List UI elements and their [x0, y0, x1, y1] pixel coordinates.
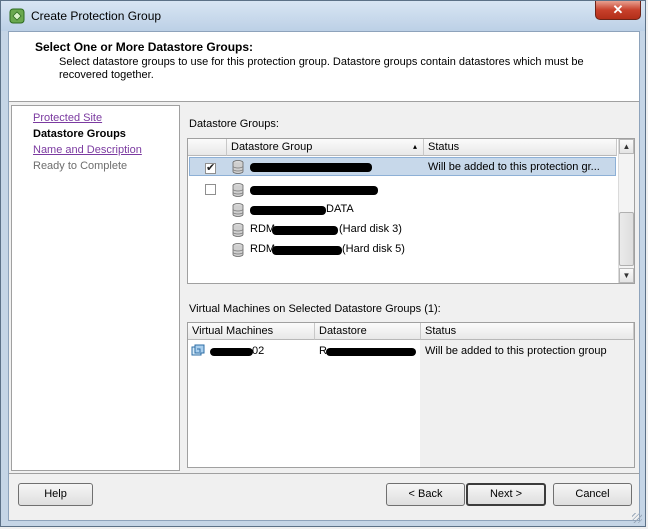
column-header-label: Datastore: [319, 325, 367, 337]
virtual-machines-table[interactable]: Virtual Machines Datastore Status 02 R W…: [187, 322, 635, 468]
column-header-status[interactable]: Status: [424, 139, 617, 156]
vm-status: Will be added to this protection group: [425, 345, 607, 357]
page-description: Select datastore groups to use for this …: [59, 56, 584, 81]
redacted-text: [272, 246, 342, 255]
row-checkbox-checked[interactable]: ✔: [205, 162, 216, 174]
vm-name-suffix: 02: [252, 345, 265, 357]
scroll-up-icon[interactable]: ▲: [619, 139, 634, 154]
column-header-label: Status: [425, 325, 457, 337]
column-header-virtual-machines[interactable]: Virtual Machines: [188, 323, 315, 340]
redacted-text: [250, 186, 378, 195]
next-button[interactable]: Next >: [466, 483, 546, 506]
resize-grip[interactable]: [632, 513, 642, 523]
redacted-text: [250, 206, 326, 215]
database-icon: [232, 203, 244, 217]
vm-status-area: [420, 340, 634, 467]
sort-icon: ▴: [412, 142, 417, 151]
datastore-groups-table[interactable]: Datastore Group ▴ Status ✔ Will be added…: [187, 138, 635, 284]
scroll-down-icon[interactable]: ▼: [619, 268, 634, 283]
datastore-name-suffix: (Hard disk 3): [339, 223, 402, 235]
vm-list-area: [188, 340, 420, 467]
column-header-label: Status: [428, 141, 460, 153]
redacted-text: [250, 163, 372, 172]
page-title: Select One or More Datastore Groups:: [35, 40, 254, 54]
back-button[interactable]: < Back: [386, 483, 465, 506]
column-header-label: Datastore Group: [231, 141, 313, 153]
step-datastore-groups: Datastore Groups: [33, 128, 126, 140]
database-icon: [232, 160, 244, 174]
close-button[interactable]: ✕: [595, 1, 641, 20]
dialog-client: Select One or More Datastore Groups: Sel…: [8, 31, 640, 521]
database-icon: [232, 243, 244, 257]
row-status: Will be added to this protection gr...: [428, 161, 600, 173]
row-checkbox-unchecked[interactable]: [205, 184, 216, 195]
close-icon: ✕: [612, 2, 624, 17]
database-icon: [232, 183, 244, 197]
virtual-machine-icon: [191, 344, 205, 356]
help-button[interactable]: Help: [18, 483, 93, 506]
cancel-button[interactable]: Cancel: [553, 483, 632, 506]
scroll-thumb[interactable]: [619, 212, 634, 266]
database-icon: [232, 223, 244, 237]
column-header-label: Virtual Machines: [192, 325, 274, 337]
step-ready-to-complete: Ready to Complete: [33, 160, 128, 172]
window-title: Create Protection Group: [31, 9, 162, 23]
vertical-scrollbar[interactable]: ▲ ▼: [618, 139, 634, 283]
checkmark-icon: ✔: [206, 162, 216, 174]
column-header-status[interactable]: Status: [421, 323, 634, 340]
redacted-text: [210, 348, 253, 356]
column-header-datastore-group[interactable]: Datastore Group ▴: [227, 139, 424, 156]
redacted-text: [326, 348, 416, 356]
footer-divider: [9, 473, 639, 474]
wizard-steps: Protected Site Datastore Groups Name and…: [11, 105, 180, 471]
column-header-datastore[interactable]: Datastore: [315, 323, 421, 340]
dialog-window: Create Protection Group ✕ Select One or …: [0, 0, 646, 527]
virtual-machines-label: Virtual Machines on Selected Datastore G…: [189, 303, 441, 315]
datastore-name-suffix: (Hard disk 5): [342, 243, 405, 255]
datastore-groups-label: Datastore Groups:: [189, 118, 279, 130]
step-name-and-description[interactable]: Name and Description: [33, 144, 142, 156]
app-icon: [9, 8, 25, 24]
redacted-text: [272, 226, 338, 235]
checkbox-column-header: [188, 139, 227, 156]
title-bar[interactable]: Create Protection Group ✕: [1, 1, 645, 31]
page-header: Select One or More Datastore Groups: Sel…: [9, 32, 639, 102]
step-protected-site[interactable]: Protected Site: [33, 112, 102, 124]
datastore-name-suffix: DATA: [326, 203, 354, 215]
